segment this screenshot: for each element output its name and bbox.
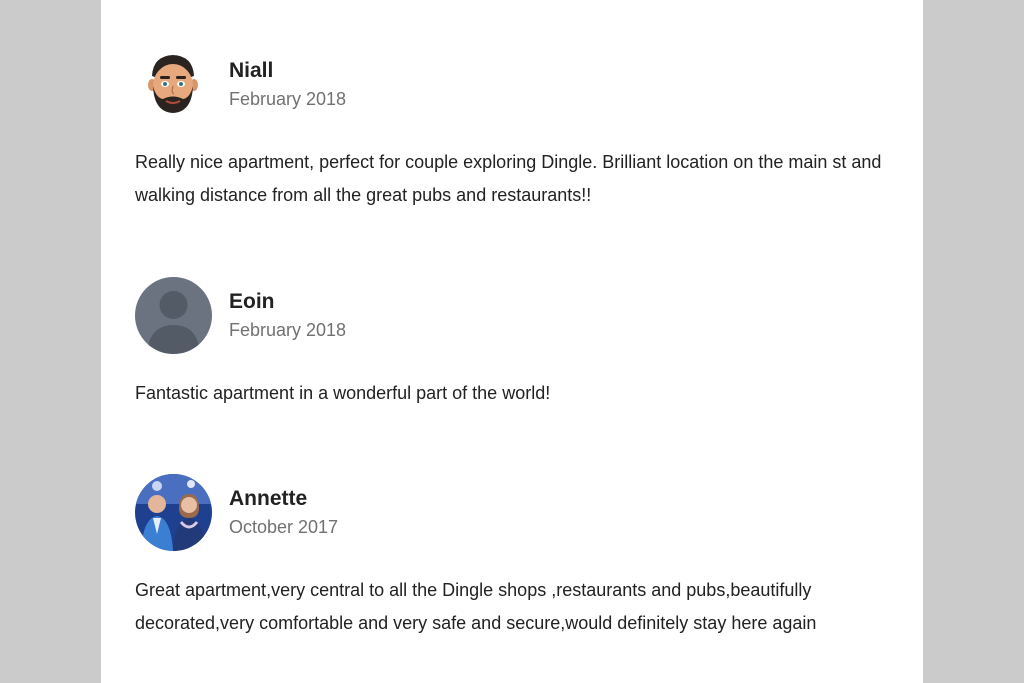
review-header: Niall February 2018 bbox=[135, 46, 905, 124]
review-text: Really nice apartment, perfect for coupl… bbox=[135, 152, 882, 205]
review-item: Niall February 2018 Really nice apartmen… bbox=[135, 46, 905, 212]
reviewer-name[interactable]: Eoin bbox=[229, 290, 275, 314]
review-text: Great apartment,very central to all the … bbox=[135, 580, 817, 633]
user-silhouette-icon bbox=[135, 277, 212, 354]
review-date: February 2018 bbox=[229, 320, 347, 340]
reviewer-name[interactable]: Niall bbox=[229, 59, 273, 83]
reviews-panel: Niall February 2018 Really nice apartmen… bbox=[101, 0, 923, 683]
review-header: Eoin February 2018 bbox=[135, 277, 905, 355]
review-item: Eoin February 2018 Fantastic apartment i… bbox=[135, 277, 905, 410]
review-item: Annette October 2017 Great apartment,ver… bbox=[135, 474, 905, 640]
reviewer-avatar[interactable] bbox=[135, 46, 212, 123]
couple-photo-icon bbox=[135, 474, 212, 551]
review-header: Annette October 2017 bbox=[135, 474, 905, 552]
reviewer-avatar[interactable] bbox=[135, 277, 212, 354]
reviewer-avatar[interactable] bbox=[135, 474, 212, 551]
review-date: February 2018 bbox=[229, 89, 347, 109]
bearded-man-emoji-icon bbox=[135, 46, 212, 123]
review-date: October 2017 bbox=[229, 517, 339, 537]
review-text: Fantastic apartment in a wonderful part … bbox=[135, 383, 551, 403]
reviewer-name[interactable]: Annette bbox=[229, 487, 307, 511]
